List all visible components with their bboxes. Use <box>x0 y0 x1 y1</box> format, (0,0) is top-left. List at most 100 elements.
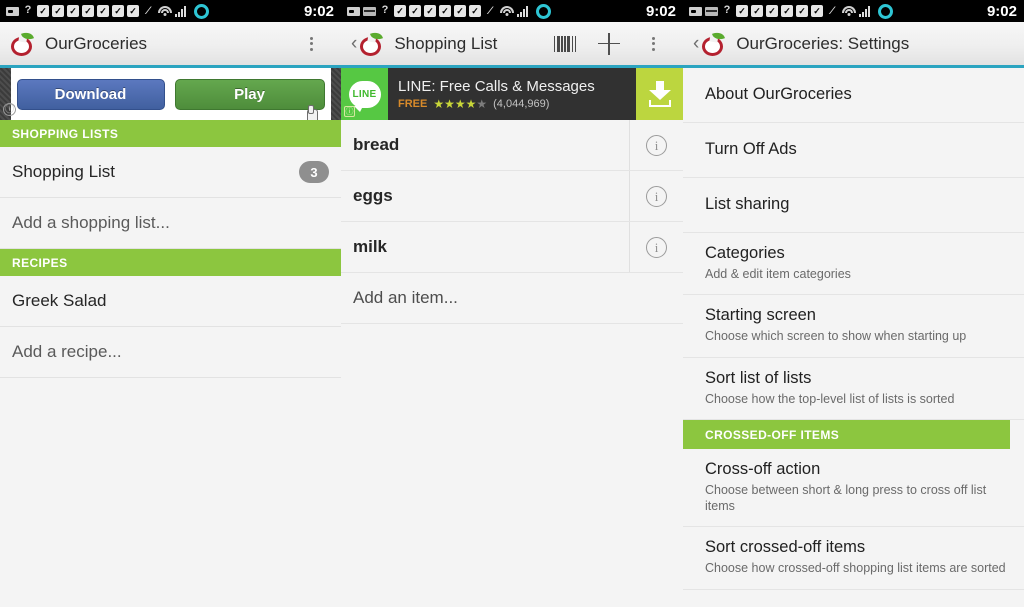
panel-shopping-list: ? ✓ ✓ ✓ ✓ ✓ ✓ ⁄ 9:02 ‹ Shopping List LIN… <box>341 0 683 607</box>
task-icon: ✓ <box>439 5 451 17</box>
task-icon: ✓ <box>67 5 79 17</box>
task-icon: ✓ <box>796 5 808 17</box>
sms-icon <box>347 6 360 16</box>
list-item-label: milk <box>353 237 388 256</box>
page-title: OurGroceries: Settings <box>736 33 910 53</box>
item-count-badge: 3 <box>299 161 329 183</box>
line-logo-label: LINE <box>348 80 381 112</box>
download-button[interactable]: Download <box>16 78 165 110</box>
setting-subtitle: Choose how crossed-off shopping list ite… <box>705 561 1006 576</box>
ad-rating-stars: ★★★★★ <box>433 96 488 111</box>
wifi-icon <box>157 5 172 17</box>
setting-subtitle: Choose between short & long press to cro… <box>705 482 987 513</box>
question-icon: ? <box>24 4 32 16</box>
setting-title: Cross-off action <box>705 459 821 478</box>
back-chevron-icon[interactable]: ‹ <box>351 34 357 53</box>
cursor-pointer-icon <box>307 105 321 120</box>
task-icon: ✓ <box>751 5 763 17</box>
setting-title: Starting screen <box>705 306 816 325</box>
action-bar-lists: OurGroceries <box>0 22 341 68</box>
setting-categories[interactable]: Categories Add & edit item categories <box>683 233 1024 296</box>
task-icon: ✓ <box>424 5 436 17</box>
barcode-scan-button[interactable] <box>543 22 587 66</box>
sms-icon <box>6 6 19 16</box>
add-recipe-row[interactable]: Add a recipe... <box>0 327 341 378</box>
task-icon: ✓ <box>811 5 823 17</box>
question-icon: ? <box>723 4 731 16</box>
adchoices-icon[interactable]: ⓘ <box>344 106 355 117</box>
app-install-promo: ⓘ Download Play <box>0 68 341 120</box>
battery-icon <box>194 3 209 19</box>
status-bar-middle: ? ✓ ✓ ✓ ✓ ✓ ✓ ⁄ 9:02 <box>341 0 683 22</box>
status-time: 9:02 <box>645 2 676 20</box>
overflow-menu-button[interactable] <box>289 22 333 66</box>
promo-right-edge <box>330 68 341 120</box>
setting-starting-screen[interactable]: Starting screen Choose which screen to s… <box>683 295 1024 358</box>
setting-list-sharing[interactable]: List sharing <box>683 178 1024 233</box>
status-bar-right: ? ✓ ✓ ✓ ✓ ✓ ✓ ⁄ 9:02 <box>683 0 1024 22</box>
setting-subtitle: Choose how the top-level list of lists i… <box>705 391 955 406</box>
battery-icon <box>878 3 893 19</box>
list-item-milk[interactable]: milk i <box>341 222 683 273</box>
ad-install-button[interactable] <box>636 68 683 120</box>
wifi-icon <box>841 5 856 17</box>
task-icon: ✓ <box>409 5 421 17</box>
panel-lists: ? ✓ ✓ ✓ ✓ ✓ ✓ ✓ ⁄ 9:02 OurGroceries ⓘ Do… <box>0 0 341 607</box>
item-info-button[interactable]: i <box>629 222 683 272</box>
question-icon: ? <box>381 4 389 16</box>
list-item-label: bread <box>353 135 400 154</box>
status-bar-left: ? ✓ ✓ ✓ ✓ ✓ ✓ ✓ ⁄ 9:02 <box>0 0 341 22</box>
ourgroceries-apple-logo-icon <box>10 29 36 57</box>
section-header-recipes: RECIPES <box>0 249 341 276</box>
task-icon: ✓ <box>37 5 49 17</box>
list-item-label: Shopping List <box>12 162 116 181</box>
item-info-button[interactable]: i <box>629 171 683 221</box>
list-item-eggs[interactable]: eggs i <box>341 171 683 222</box>
list-item-label: Add a recipe... <box>12 342 122 361</box>
task-icon: ✓ <box>469 5 481 17</box>
setting-subtitle: Choose which screen to show when startin… <box>705 329 967 344</box>
adchoices-icon[interactable]: ⓘ <box>3 103 16 116</box>
mute-icon: ⁄ <box>489 5 491 17</box>
add-item-button[interactable] <box>587 22 631 66</box>
battery-icon <box>536 3 551 19</box>
mute-icon: ⁄ <box>147 5 149 17</box>
line-app-icon: LINE ⓘ <box>341 68 388 120</box>
overflow-menu-button[interactable] <box>631 22 675 66</box>
setting-title: Turn Off Ads <box>705 140 797 158</box>
section-header-shopping-lists: SHOPPING LISTS <box>0 120 341 147</box>
add-an-item-row[interactable]: Add an item... <box>341 273 683 324</box>
list-item-greek-salad[interactable]: Greek Salad <box>0 276 341 327</box>
task-icon: ✓ <box>454 5 466 17</box>
ourgroceries-apple-logo-icon <box>359 29 385 57</box>
list-item-label: Greek Salad <box>12 291 107 310</box>
play-button[interactable]: Play <box>174 78 325 110</box>
status-time: 9:02 <box>303 2 334 20</box>
line-app-ad-banner[interactable]: LINE ⓘ LINE: Free Calls & Messages FREE … <box>341 68 683 120</box>
action-bar-settings: ‹ OurGroceries: Settings <box>683 22 1024 68</box>
add-item-label: Add an item... <box>353 288 458 307</box>
setting-turn-off-ads[interactable]: Turn Off Ads <box>683 123 1024 178</box>
back-chevron-icon[interactable]: ‹ <box>693 34 699 53</box>
setting-title: Sort crossed-off items <box>705 538 866 557</box>
sms-icon <box>689 6 702 16</box>
ourgroceries-apple-logo-icon <box>701 29 727 57</box>
setting-cross-off-action[interactable]: Cross-off action Choose between short & … <box>683 448 1024 528</box>
item-info-button[interactable]: i <box>629 120 683 170</box>
list-item-label: Add a shopping list... <box>12 213 170 232</box>
page-title: OurGroceries <box>45 33 148 53</box>
list-item-shopping-list[interactable]: Shopping List 3 <box>0 147 341 198</box>
wifi-icon <box>499 5 514 17</box>
panel-settings: ? ✓ ✓ ✓ ✓ ✓ ✓ ⁄ 9:02 ‹ OurGroceries: Set… <box>683 0 1024 607</box>
setting-sort-crossed-off-items[interactable]: Sort crossed-off items Choose how crosse… <box>683 527 1024 590</box>
info-icon: i <box>646 185 667 207</box>
setting-about-ourgroceries[interactable]: About OurGroceries <box>683 68 1024 123</box>
list-item-label: eggs <box>353 186 393 205</box>
section-header-crossed-off-items: CROSSED-OFF ITEMS <box>683 419 1010 449</box>
list-item-bread[interactable]: bread i <box>341 120 683 171</box>
promo-left-edge: ⓘ <box>0 68 16 120</box>
setting-sort-list-of-lists[interactable]: Sort list of lists Choose how the top-le… <box>683 357 1024 420</box>
task-icon: ✓ <box>112 5 124 17</box>
add-shopping-list-row[interactable]: Add a shopping list... <box>0 198 341 249</box>
task-icon: ✓ <box>127 5 139 17</box>
